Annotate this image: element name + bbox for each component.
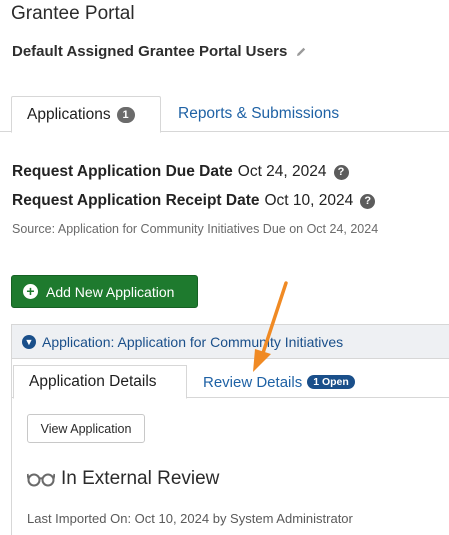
help-icon[interactable]: ? xyxy=(360,193,376,209)
glasses-icon xyxy=(27,473,55,487)
tab-review-details[interactable]: Review Details 1 Open xyxy=(203,365,355,399)
tab-review-details-label: Review Details xyxy=(203,373,303,391)
open-count-badge: 1 Open xyxy=(307,375,355,389)
receipt-date-value: Oct 10, 2024 xyxy=(264,192,354,209)
add-new-application-button[interactable]: + Add New Application xyxy=(11,275,198,308)
application-panel-title: Application: Application for Community I… xyxy=(42,333,344,350)
last-imported-text: Last Imported On: Oct 10, 2024 by System… xyxy=(27,511,353,526)
add-button-label: Add New Application xyxy=(46,283,175,300)
page-title: Grantee Portal xyxy=(11,3,135,24)
chevron-down-icon[interactable]: ▼ xyxy=(22,334,36,349)
main-tabs: Applications 1 Reports & Submissions xyxy=(0,96,449,133)
due-date-value: Oct 24, 2024 xyxy=(237,163,327,180)
portal-users-label: Default Assigned Grantee Portal Users xyxy=(12,43,288,60)
help-icon[interactable]: ? xyxy=(333,164,349,180)
tab-application-details[interactable]: Application Details xyxy=(13,365,187,399)
application-panel-header[interactable]: ▼ Application: Application for Community… xyxy=(12,325,449,359)
application-tabs: Application Details Review Details 1 Ope… xyxy=(12,360,449,399)
view-application-button[interactable]: View Application xyxy=(27,414,145,443)
receipt-date-row: Request Application Receipt Date Oct 10,… xyxy=(12,192,376,210)
review-status: In External Review xyxy=(27,468,219,490)
tab-applications[interactable]: Applications 1 xyxy=(11,96,161,133)
receipt-date-label: Request Application Receipt Date xyxy=(12,192,260,209)
source-text: Source: Application for Community Initia… xyxy=(12,222,379,236)
tab-application-details-label: Application Details xyxy=(29,373,157,390)
tab-reports-submissions[interactable]: Reports & Submissions xyxy=(162,96,339,132)
due-date-label: Request Application Due Date xyxy=(12,163,233,180)
portal-users-heading: Default Assigned Grantee Portal Users xyxy=(12,43,307,60)
tab-reports-label: Reports & Submissions xyxy=(178,105,340,122)
plus-circle-icon: + xyxy=(23,284,38,299)
application-panel: ▼ Application: Application for Community… xyxy=(11,324,449,535)
tab-applications-label: Applications xyxy=(27,105,111,123)
pencil-icon[interactable] xyxy=(295,46,307,58)
applications-count-badge: 1 xyxy=(116,106,135,123)
review-status-label: In External Review xyxy=(61,468,220,489)
due-date-row: Request Application Due Date Oct 24, 202… xyxy=(12,163,349,181)
